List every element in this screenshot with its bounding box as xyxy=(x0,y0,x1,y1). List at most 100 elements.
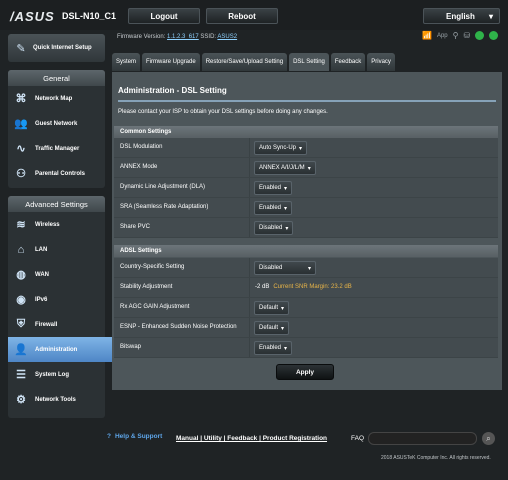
language-select[interactable]: English ▾ xyxy=(423,8,500,24)
sra-select[interactable]: Enabled ▾ xyxy=(254,201,293,215)
adsl-settings-header: ADSL Settings xyxy=(114,245,498,257)
sidebar-item-label: Administration xyxy=(35,346,78,353)
search-icon[interactable]: ⌕ xyxy=(482,432,495,445)
row-label: Rx AGC GAIN Adjustment xyxy=(120,304,190,310)
table-row: ANNEX Mode ANNEX A/I/J/L/M ▾ xyxy=(114,158,498,178)
sidebar-item-traffic-manager[interactable]: ∿ Traffic Manager xyxy=(8,136,105,161)
table-row: SRA (Seamless Rate Adaptation) Enabled ▾ xyxy=(114,198,498,218)
network-map-icon: ⌘ xyxy=(15,93,27,105)
row-label: Dynamic Line Adjustment (DLA) xyxy=(120,184,206,190)
administration-icon: 👤 xyxy=(14,344,28,356)
chevron-down-icon: ▾ xyxy=(488,11,493,21)
tab-dsl-setting[interactable]: DSL Setting xyxy=(289,53,329,71)
tab-bar: System Firmware Upgrade Restore/Save/Upl… xyxy=(112,53,395,71)
select-value: ANNEX A/I/J/L/M xyxy=(259,165,305,171)
system-log-icon: ☰ xyxy=(16,369,26,381)
ssid-label: SSID: xyxy=(200,34,217,40)
sidebar-item-label: LAN xyxy=(35,246,48,253)
select-value: Enabled xyxy=(259,185,282,191)
tab-firmware-upgrade[interactable]: Firmware Upgrade xyxy=(142,53,200,71)
sidebar-item-administration[interactable]: 👤 Administration xyxy=(8,337,119,362)
chevron-down-icon: ▾ xyxy=(299,145,303,152)
help-support-link[interactable]: ? Help & Support xyxy=(107,433,162,440)
table-row: Country-Specific Setting Disabled ▾ xyxy=(114,258,498,278)
sidebar-item-system-log[interactable]: ☰ System Log xyxy=(8,362,105,387)
page-title: Administration - DSL Setting xyxy=(118,86,227,95)
internet-status-icon[interactable] xyxy=(475,31,485,40)
status-icons: 📶 App ⚲ ⛁ xyxy=(422,31,499,40)
faq-search-input[interactable] xyxy=(368,432,477,445)
firmware-version-link[interactable]: 1.1.2.3_617 xyxy=(167,34,199,40)
select-value: Disabled xyxy=(259,265,283,271)
dsl-status-icon[interactable] xyxy=(489,31,499,40)
common-settings-header: Common Settings xyxy=(114,126,498,138)
page-description: Please contact your ISP to obtain your D… xyxy=(118,109,328,115)
quick-internet-setup-button[interactable]: ✎ Quick Internet Setup xyxy=(8,34,105,62)
usb-icon[interactable]: ⛁ xyxy=(464,31,471,40)
firewall-icon: ⛨ xyxy=(16,318,26,330)
wan-icon: ◍ xyxy=(16,269,26,281)
sidebar-item-label: Guest Network xyxy=(35,120,78,127)
esnp-select[interactable]: Default ▾ xyxy=(254,321,290,335)
wand-icon: ✎ xyxy=(16,42,26,55)
ipv6-icon: ◉ xyxy=(16,294,26,306)
reboot-button[interactable]: Reboot xyxy=(206,8,278,24)
sidebar-item-lan[interactable]: ⌂ LAN xyxy=(8,237,105,262)
dsl-modulation-select[interactable]: Auto Sync-Up ▾ xyxy=(254,141,308,155)
chevron-down-icon: ▾ xyxy=(281,325,285,332)
tab-system[interactable]: System xyxy=(112,53,141,71)
advanced-menu: Advanced Settings ≋ Wireless ⌂ LAN ◍ WAN… xyxy=(8,196,119,418)
main-panel: Administration - DSL Setting Please cont… xyxy=(112,72,502,390)
faq-label: FAQ xyxy=(351,435,365,442)
sidebar-item-label: WAN xyxy=(35,271,49,278)
tab-restore-save-upload[interactable]: Restore/Save/Upload Setting xyxy=(201,53,288,71)
chevron-down-icon: ▾ xyxy=(284,345,288,352)
annex-mode-select[interactable]: ANNEX A/I/J/L/M ▾ xyxy=(254,161,316,175)
guest-network-icon: 👥 xyxy=(14,118,28,130)
advanced-title: Advanced Settings xyxy=(8,196,105,212)
country-specific-select[interactable]: Disabled ▾ xyxy=(254,261,316,275)
sidebar-item-label: Firewall xyxy=(35,321,58,328)
tab-privacy[interactable]: Privacy xyxy=(367,53,395,71)
sidebar-item-guest-network[interactable]: 👥 Guest Network xyxy=(8,111,105,136)
sidebar-item-network-tools[interactable]: ⚙ Network Tools xyxy=(8,387,105,412)
select-value: Auto Sync-Up xyxy=(259,145,297,151)
sidebar-item-ipv6[interactable]: ◉ IPv6 xyxy=(8,287,105,312)
select-value: Enabled xyxy=(259,205,282,211)
bitswap-select[interactable]: Enabled ▾ xyxy=(254,341,293,355)
sidebar-item-firewall[interactable]: ⛨ Firewall xyxy=(8,312,105,337)
rx-agc-gain-select[interactable]: Default ▾ xyxy=(254,301,290,315)
footer-links[interactable]: Manual | Utility | Feedback | Product Re… xyxy=(176,435,327,442)
sidebar-item-label: Network Tools xyxy=(35,396,76,403)
dla-select[interactable]: Enabled ▾ xyxy=(254,181,293,195)
sidebar-item-label: Parental Controls xyxy=(35,170,86,177)
tab-feedback[interactable]: Feedback xyxy=(330,53,366,71)
firmware-label: Firmware Version: xyxy=(117,34,166,40)
apply-button[interactable]: Apply xyxy=(276,364,334,380)
share-pvc-select[interactable]: Disabled ▾ xyxy=(254,221,294,235)
stability-value: -2 dB xyxy=(255,284,270,290)
traffic-manager-icon: ∿ xyxy=(16,143,26,155)
chevron-down-icon: ▾ xyxy=(284,185,288,192)
sidebar-item-label: Wireless xyxy=(35,221,60,228)
chevron-down-icon: ▾ xyxy=(284,205,288,212)
copyright-text: 2018 ASUSTeK Computer Inc. All rights re… xyxy=(381,455,491,461)
help-label: Help & Support xyxy=(114,433,163,440)
logout-button[interactable]: Logout xyxy=(128,8,200,24)
app-label[interactable]: App xyxy=(437,33,448,39)
ssid-link[interactable]: ASUS2 xyxy=(217,34,237,40)
sidebar-item-label: Network Map xyxy=(35,95,73,102)
quick-setup-label: Quick Internet Setup xyxy=(33,45,92,51)
sidebar-item-wan[interactable]: ◍ WAN xyxy=(8,262,105,287)
sidebar-item-network-map[interactable]: ⌘ Network Map xyxy=(8,86,105,111)
row-label: ANNEX Mode xyxy=(120,164,158,170)
snr-margin-text: Current SNR Margin: 23.2 dB xyxy=(273,284,352,290)
parental-controls-icon: ⚇ xyxy=(16,168,26,180)
wifi-icon[interactable]: 📶 xyxy=(422,31,432,40)
asus-logo: /ASUS xyxy=(10,9,55,24)
sidebar-item-wireless[interactable]: ≋ Wireless xyxy=(8,212,105,237)
cpu-icon[interactable]: ⚲ xyxy=(453,31,459,40)
chevron-down-icon: ▾ xyxy=(285,225,289,232)
sidebar-item-parental-controls[interactable]: ⚇ Parental Controls xyxy=(8,161,105,186)
table-row: Rx AGC GAIN Adjustment Default ▾ xyxy=(114,298,498,318)
